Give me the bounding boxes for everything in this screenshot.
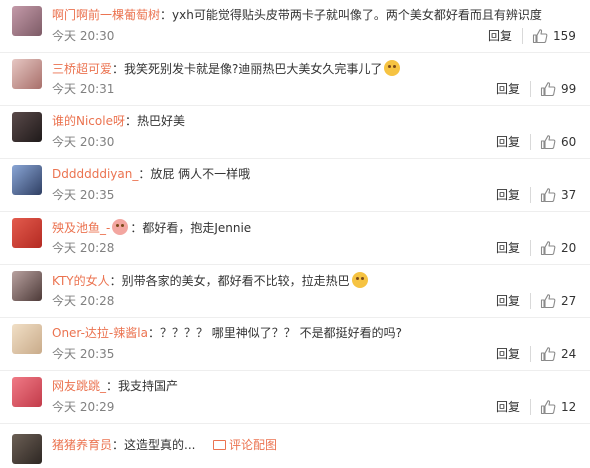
comment-item: KTY的女人：别带各家的美女，都好看不比较，拉走热巴 今天 20:28 回复 2… (0, 265, 590, 318)
username-link[interactable]: 谁的Nicole呀 (52, 114, 125, 128)
timestamp: 今天 20:30 (52, 135, 115, 149)
timestamp: 今天 20:29 (52, 400, 115, 414)
like-count: 20 (561, 241, 577, 255)
comment-item: 谁的Nicole呀：热巴好美 今天 20:30 回复 60 (0, 106, 590, 159)
comment-text: ：我笑死别发卡就是像?迪丽热巴大美女久完事儿了 (112, 62, 383, 76)
timestamp: 今天 20:35 (52, 347, 115, 361)
thumbs-up-icon[interactable] (540, 134, 556, 150)
surprised-emoji-icon (384, 60, 401, 76)
timestamp: 今天 20:28 (52, 241, 115, 255)
avatar[interactable] (12, 6, 42, 36)
comment-item: 三桥超可爱：我笑死别发卡就是像?迪丽热巴大美女久完事儿了 今天 20:31 回复… (0, 53, 590, 106)
reply-button[interactable]: 回复 (496, 81, 520, 97)
avatar[interactable] (12, 165, 42, 195)
comment-text: ：热巴好美 (124, 114, 185, 128)
timestamp: 今天 20:28 (52, 294, 115, 308)
username-link[interactable]: 猪猪养育员 (52, 438, 112, 452)
view-image-link[interactable]: 评论配图 (213, 437, 277, 453)
comment-line: Dddddddiyan_：放屁 俩人不一样哦 (52, 166, 250, 182)
username-link[interactable]: 网友跳跳_ (52, 379, 106, 393)
comment-text: ：yxh可能觉得贴头皮带两卡子就叫像了。两个美女都好看而且有辨识度 (160, 8, 542, 22)
like-count: 12 (561, 400, 577, 414)
comment-list: 啊门啊前一棵葡萄树：yxh可能觉得贴头皮带两卡子就叫像了。两个美女都好看而且有辨… (0, 0, 590, 468)
timestamp: 今天 20:35 (52, 188, 115, 202)
thumbs-up-icon[interactable] (540, 81, 556, 97)
divider (530, 81, 531, 97)
comment-line: KTY的女人：别带各家的美女，都好看不比较，拉走热巴 (52, 272, 368, 289)
reply-button[interactable]: 回复 (496, 134, 520, 150)
thumbs-up-icon[interactable] (540, 240, 556, 256)
avatar[interactable] (12, 59, 42, 89)
username-link[interactable]: 啊门啊前一棵葡萄树 (52, 8, 160, 22)
cute-emoji-icon (112, 219, 129, 235)
reply-button[interactable]: 回复 (496, 240, 520, 256)
username-link[interactable]: Oner-达拉-辣酱la (52, 326, 148, 340)
thumbs-up-icon[interactable] (540, 187, 556, 203)
thumbs-up-icon[interactable] (540, 399, 556, 415)
comment-text: ：都好看，抱走Jennie (130, 221, 252, 235)
like-count: 24 (561, 347, 577, 361)
divider (522, 28, 523, 44)
comment-line: 啊门啊前一棵葡萄树：yxh可能觉得贴头皮带两卡子就叫像了。两个美女都好看而且有辨… (52, 7, 542, 23)
reply-button[interactable]: 回复 (496, 346, 520, 362)
divider (530, 240, 531, 256)
comment-item: 啊门啊前一棵葡萄树：yxh可能觉得贴头皮带两卡子就叫像了。两个美女都好看而且有辨… (0, 0, 590, 53)
shy-emoji-icon (351, 272, 368, 288)
thumbs-up-icon[interactable] (540, 293, 556, 309)
comment-text: ：我支持国产 (106, 379, 179, 393)
comment-text: ：放屁 俩人不一样哦 (138, 167, 251, 181)
comment-line: 猪猪养育员：这造型真的... (52, 437, 195, 453)
username-link[interactable]: KTY的女人 (52, 274, 110, 288)
like-count: 159 (553, 29, 576, 43)
comment-line: 网友跳跳_：我支持国产 (52, 378, 178, 394)
comment-text: ：别带各家的美女，都好看不比较，拉走热巴 (109, 274, 350, 288)
thumbs-up-icon[interactable] (540, 346, 556, 362)
username-link[interactable]: 殃及池鱼_- (52, 221, 110, 235)
avatar[interactable] (12, 112, 42, 142)
image-icon (213, 440, 226, 450)
comment-item: 网友跳跳_：我支持国产 今天 20:29 回复 12 (0, 371, 590, 424)
divider (530, 293, 531, 309)
comment-line: 三桥超可爱：我笑死别发卡就是像?迪丽热巴大美女久完事儿了 (52, 60, 401, 77)
username-link[interactable]: Dddddddiyan_ (52, 167, 138, 181)
like-count: 27 (561, 294, 577, 308)
comment-line: 殃及池鱼_- ：都好看，抱走Jennie (52, 219, 251, 236)
reply-button[interactable]: 回复 (496, 399, 520, 415)
comment-item: Oner-达拉-辣酱la：？？？？ 哪里神似了？？ 不是都挺好看的吗? 今天 2… (0, 318, 590, 371)
comment-item: 猪猪养育员：这造型真的... 评论配图 (0, 428, 590, 468)
like-count: 60 (561, 135, 577, 149)
comment-line: Oner-达拉-辣酱la：？？？？ 哪里神似了？？ 不是都挺好看的吗? (52, 325, 402, 341)
like-count: 99 (561, 82, 577, 96)
timestamp: 今天 20:31 (52, 82, 115, 96)
avatar[interactable] (12, 434, 42, 464)
comment-text: ：？？？？ 哪里神似了？？ 不是都挺好看的吗? (147, 326, 402, 340)
comment-line: 谁的Nicole呀：热巴好美 (52, 113, 185, 129)
comment-item: 殃及池鱼_- ：都好看，抱走Jennie 今天 20:28 回复 20 (0, 212, 590, 265)
divider (530, 346, 531, 362)
thumbs-up-icon[interactable] (532, 28, 548, 44)
divider (530, 134, 531, 150)
reply-button[interactable]: 回复 (488, 28, 512, 44)
timestamp: 今天 20:30 (52, 29, 115, 43)
like-count: 37 (561, 188, 577, 202)
reply-button[interactable]: 回复 (496, 293, 520, 309)
username-link[interactable]: 三桥超可爱 (52, 62, 112, 76)
avatar[interactable] (12, 271, 42, 301)
comment-item: Dddddddiyan_：放屁 俩人不一样哦 今天 20:35 回复 37 (0, 159, 590, 212)
divider (530, 187, 531, 203)
divider (530, 399, 531, 415)
view-image-label: 评论配图 (229, 438, 278, 452)
avatar[interactable] (12, 218, 42, 248)
reply-button[interactable]: 回复 (496, 187, 520, 203)
comment-text: ：这造型真的... (112, 438, 196, 452)
avatar[interactable] (12, 324, 42, 354)
avatar[interactable] (12, 377, 42, 407)
